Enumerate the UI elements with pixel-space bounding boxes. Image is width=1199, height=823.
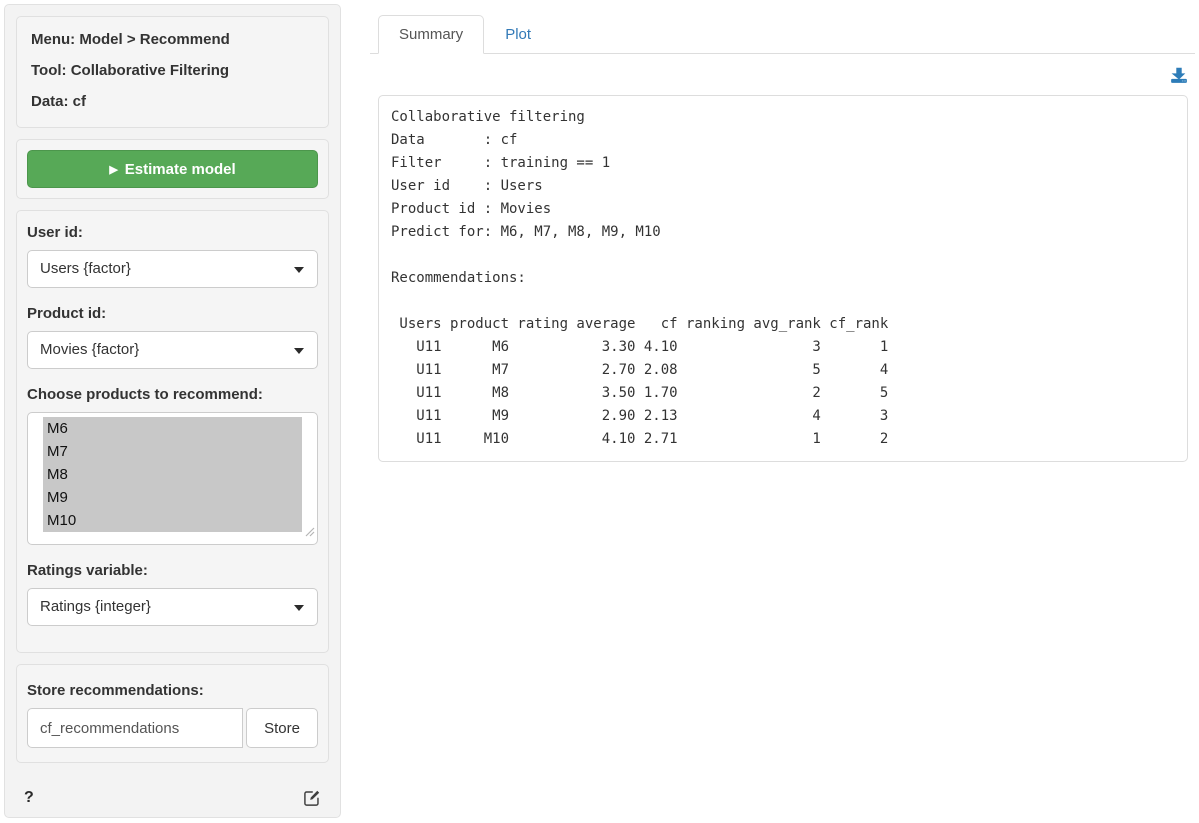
store-name-input[interactable]: [27, 708, 243, 748]
products-label: Choose products to recommend:: [27, 385, 318, 405]
sidebar: Menu: Model > Recommend Tool: Collaborat…: [4, 4, 341, 818]
tab-bar: Summary Plot: [370, 15, 1195, 54]
model-info-panel: Menu: Model > Recommend Tool: Collaborat…: [16, 16, 329, 128]
edit-icon[interactable]: [303, 789, 321, 807]
tab-plot[interactable]: Plot: [484, 15, 552, 54]
products-listbox[interactable]: M6 M7 M8 M9 M10: [27, 412, 318, 545]
menu-breadcrumb: Menu: Model > Recommend: [31, 30, 314, 50]
sidebar-footer: ?: [16, 785, 329, 809]
tool-name: Tool: Collaborative Filtering: [31, 61, 314, 81]
option-m10[interactable]: M10: [43, 509, 302, 532]
resize-handle-icon[interactable]: [305, 524, 315, 542]
dataset-name: Data: cf: [31, 92, 314, 112]
help-button[interactable]: ?: [24, 789, 34, 807]
ratings-value: Ratings {integer}: [40, 598, 151, 615]
store-panel: Store recommendations: Store: [16, 664, 329, 763]
product-id-label: Product id:: [27, 304, 318, 324]
option-m8[interactable]: M8: [43, 463, 302, 486]
product-id-value: Movies {factor}: [40, 341, 139, 358]
estimate-panel: ▶ Estimate model: [16, 139, 329, 199]
play-icon: ▶: [109, 164, 117, 176]
app-root: Menu: Model > Recommend Tool: Collaborat…: [0, 0, 1199, 822]
download-icon[interactable]: [1170, 66, 1188, 84]
ratings-select[interactable]: Ratings {integer}: [27, 588, 318, 626]
caret-down-icon: [294, 605, 304, 611]
model-controls-panel: User id: Users {factor} Product id: Movi…: [16, 210, 329, 653]
caret-down-icon: [294, 348, 304, 354]
ratings-label: Ratings variable:: [27, 561, 318, 581]
user-id-value: Users {factor}: [40, 260, 131, 277]
product-id-select[interactable]: Movies {factor}: [27, 331, 318, 369]
user-id-select[interactable]: Users {factor}: [27, 250, 318, 288]
estimate-model-button[interactable]: ▶ Estimate model: [27, 150, 318, 188]
user-id-label: User id:: [27, 223, 318, 243]
caret-down-icon: [294, 267, 304, 273]
option-m6[interactable]: M6: [43, 417, 302, 440]
store-button[interactable]: Store: [246, 708, 318, 748]
main-content: Summary Plot Collaborative filtering Dat…: [370, 4, 1195, 818]
tab-summary[interactable]: Summary: [378, 15, 484, 54]
store-input-group: Store: [27, 708, 318, 748]
option-m9[interactable]: M9: [43, 486, 302, 509]
option-m7[interactable]: M7: [43, 440, 302, 463]
toolbar-row: [370, 54, 1195, 86]
store-label: Store recommendations:: [27, 681, 318, 701]
summary-output: Collaborative filtering Data : cf Filter…: [378, 95, 1188, 462]
estimate-model-label: Estimate model: [125, 161, 236, 178]
